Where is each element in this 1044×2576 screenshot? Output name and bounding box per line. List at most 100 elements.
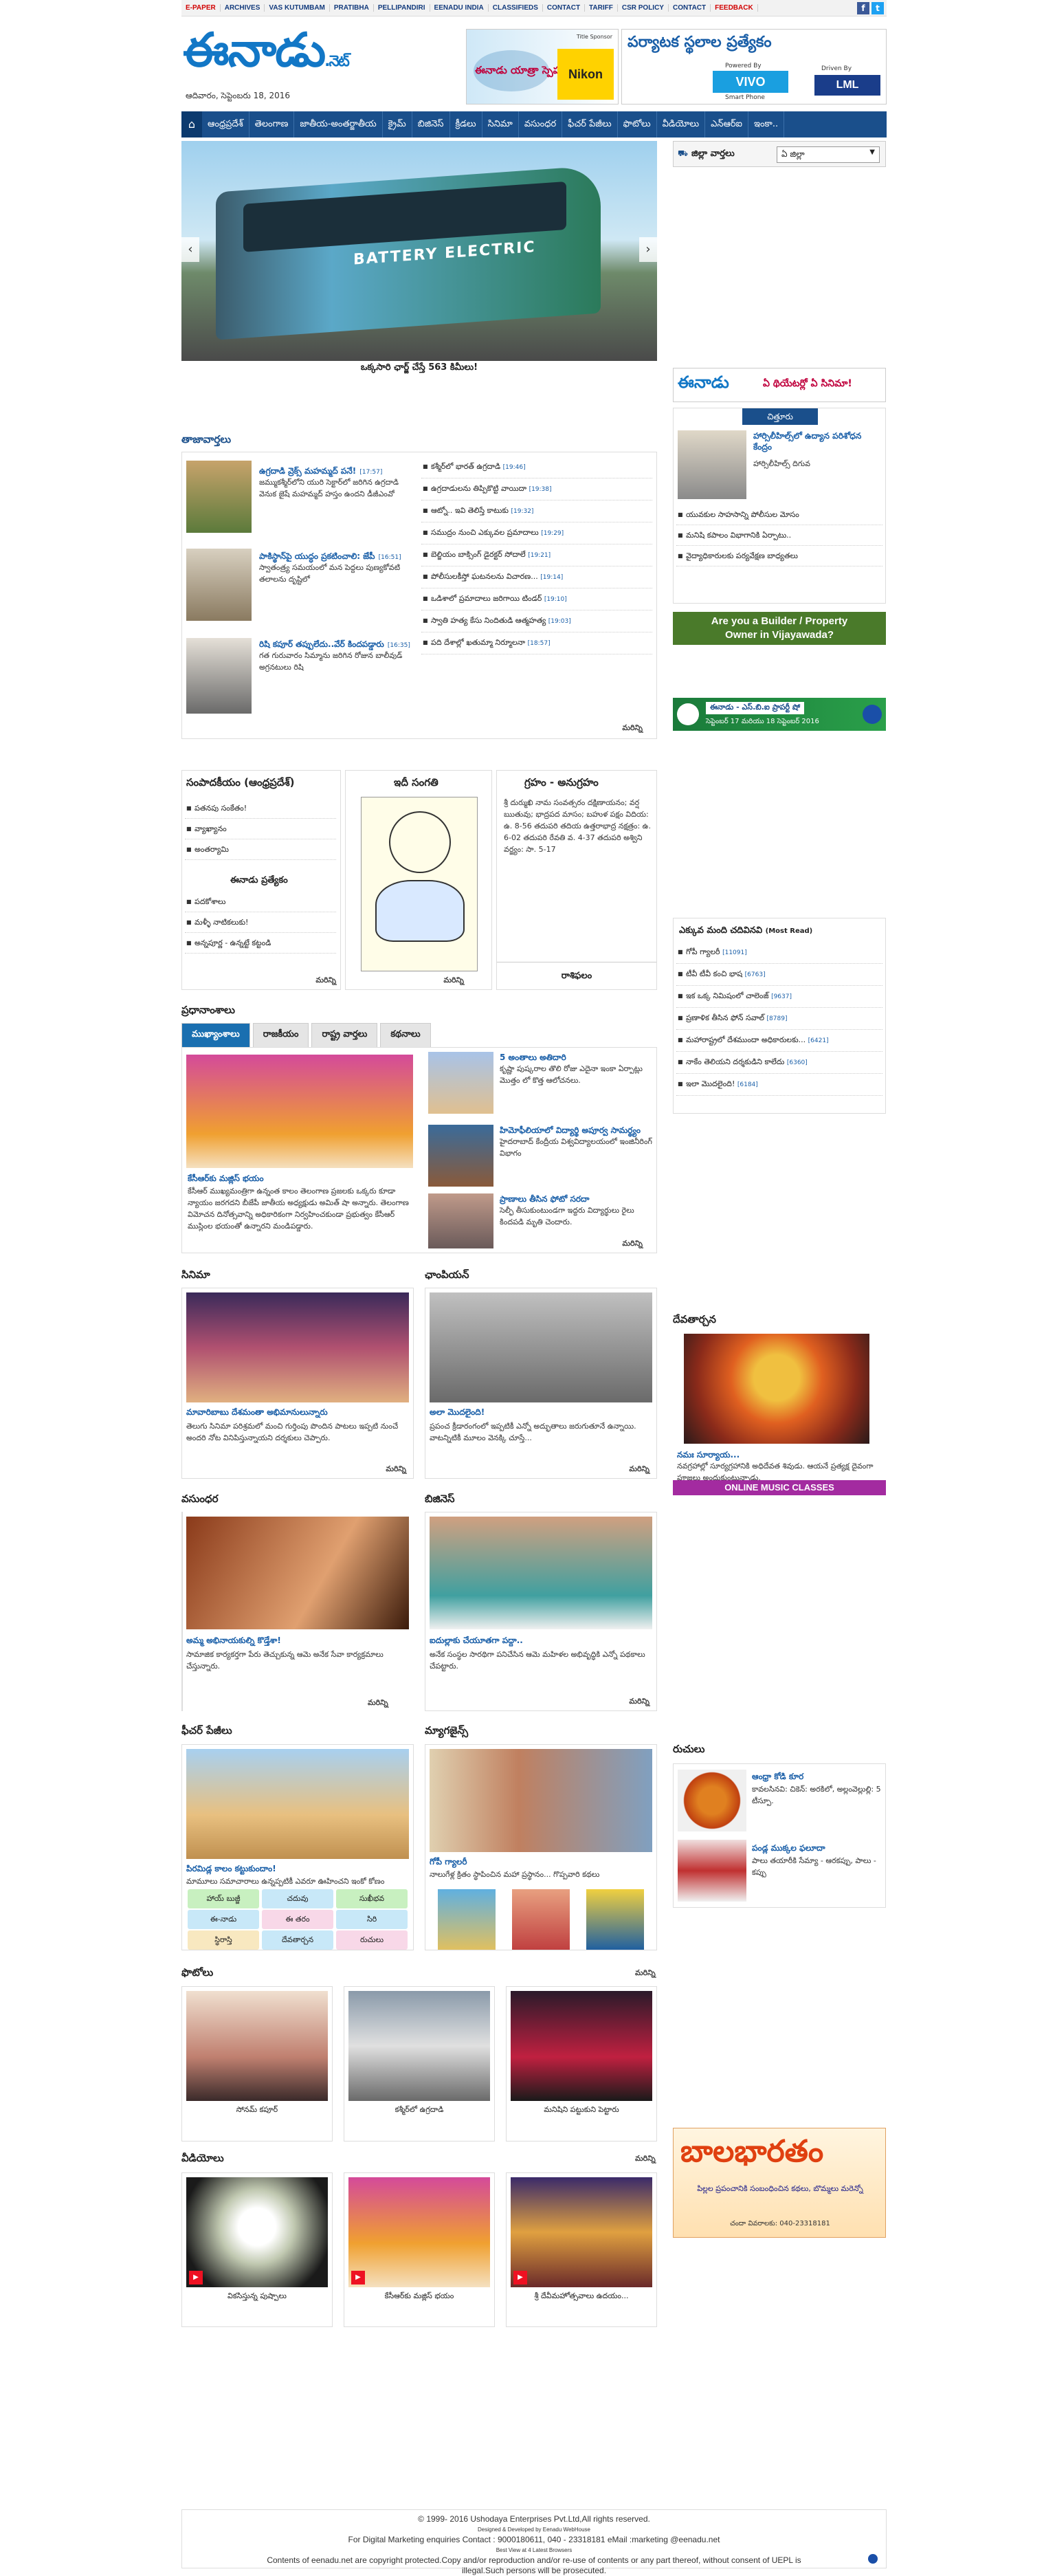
vasundhara-more-link[interactable]: మరిన్ని	[368, 1698, 388, 1709]
champion-title[interactable]: ఛాంపియన్	[425, 1268, 469, 1284]
cartoon-title[interactable]: ఇదీ సంగతి	[394, 776, 438, 791]
nav-item-national[interactable]: జాతీయ-అంతర్జాతీయ	[294, 111, 383, 137]
news-slider[interactable]: BATTERY ELECTRIC ‹ ›	[181, 141, 657, 361]
cartoon-image[interactable]	[361, 797, 478, 971]
feature-chip-chaduvu[interactable]: చదువు	[262, 1889, 333, 1908]
photos-more-link[interactable]: మరిన్ని	[635, 1968, 656, 1979]
business-headline[interactable]: ఐదుల్లాకు చేయూతగా పద్దా..	[430, 1635, 652, 1646]
devatarchana-title[interactable]: దేవతార్చన	[673, 1313, 716, 1328]
photo-card-2[interactable]: కశ్మీర్‌లో ఉగ్రదాడి	[344, 1986, 495, 2142]
ruchulu-thumb-2[interactable]	[678, 1840, 746, 1902]
magazine-image[interactable]	[430, 1749, 652, 1852]
list-item[interactable]: పతనపు సంకేతం!	[185, 798, 336, 819]
builder-ad[interactable]: Are you a Builder / Property Owner in Vi…	[673, 612, 886, 645]
list-item[interactable]: వ్యాఖ్యానం	[185, 819, 336, 839]
tab-rajakiyam[interactable]: రాజకీయం	[252, 1023, 309, 1047]
vasundhara-headline[interactable]: అమ్మ అభినాయకుల్ని కొడ్తేశా!	[186, 1635, 409, 1646]
cinema-title[interactable]: సినిమా	[181, 1268, 210, 1284]
cinema-headline[interactable]: మావారిబాబు దేశమంతా అభిమానులున్నారు	[186, 1407, 409, 1418]
nav-item-business[interactable]: బిజినెస్	[412, 111, 450, 137]
list-item[interactable]: టీవీ టీవీ కంచి భాష [6763]	[676, 964, 882, 986]
pradhana-thumb-3[interactable]	[428, 1193, 493, 1248]
rasiphalam-link[interactable]: రాశిఫలం	[497, 962, 656, 989]
feature-chip-ruchulu[interactable]: రుచులు	[336, 1930, 408, 1950]
tab-mukhyamshalu[interactable]: ముఖ్యాంశాలు	[181, 1023, 250, 1047]
home-icon[interactable]: ⌂	[181, 111, 202, 137]
topbar-link-feedback[interactable]: FEEDBACK	[711, 4, 758, 12]
eenadu-cinema-ad[interactable]: ఈనాడు ఏ థియేటర్లో ఏ సినిమా!	[673, 368, 886, 402]
ruchulu-title[interactable]: రుచులు	[673, 1743, 705, 1758]
pradhana-thumb-1[interactable]	[428, 1052, 493, 1114]
list-item[interactable]: గోపీ గ్యాలరీ [11091]	[676, 942, 882, 964]
editorial-subtitle[interactable]: ఈనాడు ప్రత్యేకం	[230, 875, 288, 888]
champion-image[interactable]	[430, 1292, 652, 1402]
header-ad-paryataka[interactable]: పర్యాటక స్థలాల ప్రత్యేకం Powered By VIVO…	[621, 29, 887, 104]
videos-more-link[interactable]: మరిన్ని	[635, 2154, 656, 2165]
feature-chip-e-taram[interactable]: ఈ తరం	[262, 1910, 333, 1929]
tab-kathanalu[interactable]: కథనాలు	[380, 1023, 431, 1047]
video-card-3[interactable]: ▶ శ్రీ దేవీమహోత్సవాలు ఉదయం...	[506, 2172, 657, 2327]
nav-item-vasundhara[interactable]: వసుంధర	[519, 111, 563, 137]
latest-headline-1[interactable]: ఉగ్రదాడి వ్రెక్స్ మహమ్మద్ పనే!	[259, 466, 356, 476]
champion-headline[interactable]: అలా మొదలైంది!	[430, 1407, 652, 1418]
nav-item-nri[interactable]: ఎన్ఆర్ఐ	[705, 111, 748, 137]
list-item[interactable]: ఇలా మొదలైంది! [6184]	[676, 1074, 882, 1096]
latest-more-link[interactable]: మరిన్ని	[622, 723, 643, 734]
list-item[interactable]: మహారాష్ట్రలో దేశముందా అధికారులకు... [642…	[676, 1030, 882, 1052]
nav-item-more[interactable]: ఇంకా..	[748, 111, 785, 137]
header-ad-yatra[interactable]: ఈనాడు యాత్రా స్పెషల్ Title Sponsor Nikon	[466, 29, 619, 104]
list-item[interactable]: ఇక ఒక్క నిమిషంలో చాలెంజ్ [9637]	[676, 986, 882, 1008]
graham-title[interactable]: గ్రహం - అనుగ్రహం	[524, 776, 599, 791]
list-item[interactable]: నాకేం తెలియని దర్శకుడిని కాలేదు [6360]	[676, 1052, 882, 1074]
pradhana-lead-image[interactable]	[186, 1055, 413, 1168]
vasundhara-title[interactable]: వసుంధర	[181, 1493, 218, 1508]
nav-item-sports[interactable]: క్రీడలు	[450, 111, 482, 137]
list-item[interactable]: బెల్జియం బాక్సింగ్ డైరక్టర్ సోదాలే [19:2…	[421, 544, 652, 566]
editorial-more-link[interactable]: మరిన్ని	[315, 976, 336, 987]
photos-title[interactable]: ఫొటోలు	[181, 1966, 213, 1981]
list-item[interactable]: అంతర్యామి	[185, 839, 336, 860]
champion-more-link[interactable]: మరిన్ని	[629, 1464, 649, 1475]
list-item[interactable]: ఒడిశాలో ప్రమాదాలు జరిగాయి టిండర్ [19:10]	[421, 588, 652, 610]
feature-chip-sukhibhava[interactable]: సుఖీభవ	[336, 1889, 408, 1908]
magazine-title[interactable]: మ్యాగజైన్స్	[425, 1724, 468, 1739]
video-card-1[interactable]: ▶ వికసిస్తున్న పుష్పాలు	[181, 2172, 333, 2327]
slider-prev-icon[interactable]: ‹	[181, 237, 199, 262]
feature-chip-siri[interactable]: సిరి	[336, 1910, 408, 1929]
chittoor-headline[interactable]: హార్సిలీహిల్స్‌లో ఉద్యాన పరిశోధన కేంద్రం	[753, 430, 881, 452]
ruchulu-thumb-1[interactable]	[678, 1770, 746, 1831]
topbar-link-epaper[interactable]: E-PAPER	[181, 4, 221, 12]
topbar-link-contact-2[interactable]: CONTACT	[669, 4, 711, 12]
play-icon[interactable]: ▶	[189, 2271, 203, 2285]
tab-rashtra[interactable]: రాష్ట్ర వార్తలు	[311, 1023, 378, 1047]
topbar-link-tariff[interactable]: TARIFF	[585, 4, 618, 12]
nav-item-crime[interactable]: క్రైమ్	[383, 111, 412, 137]
devatarchana-headline[interactable]: నమః సూర్యాయ...	[677, 1449, 883, 1460]
topbar-link-pellipandiri[interactable]: PELLIPANDIRI	[374, 4, 430, 12]
magazine-headline[interactable]: గోపీ గ్యాలరీ	[430, 1856, 652, 1867]
photo-card-3[interactable]: మనిషిని పట్టుకుని పెట్టారు	[506, 1986, 657, 2142]
facebook-icon[interactable]: f	[857, 2, 869, 14]
pradhana-title[interactable]: ప్రధానాంశాలు	[181, 1004, 235, 1019]
feature-chip-e-naadu[interactable]: ఈ-నాడు	[188, 1910, 259, 1929]
site-logo[interactable]: ఈనాడు.నెట్	[183, 23, 350, 89]
topbar-link-contact[interactable]: CONTACT	[543, 4, 586, 12]
videos-title[interactable]: వీడియోలు	[181, 2152, 224, 2167]
twitter-icon[interactable]: t	[871, 2, 884, 14]
most-read-title[interactable]: ఎక్కువ మంది చదివినవి (Most Read)	[679, 925, 812, 938]
magazine-cover-1[interactable]	[438, 1889, 496, 1950]
cartoon-more-link[interactable]: మరిన్ని	[443, 976, 464, 987]
district-select[interactable]: ఏ జిల్లా ▼	[777, 146, 880, 163]
list-item[interactable]: ఆట్నో.. ఇవి తెలిస్తే కాటుకు [19:32]	[421, 500, 652, 522]
editorial-title[interactable]: సంపాదకీయం (ఆంధ్రప్రదేశ్)	[186, 776, 295, 791]
pradhana-item-headline[interactable]: ప్రాణాలు తీసిన ఫోటో సరదా	[500, 1193, 652, 1204]
ruchulu-headline-1[interactable]: ఆంధ్రా కోడి కూర	[752, 1771, 882, 1782]
nav-item-cinema[interactable]: సినిమా	[482, 111, 519, 137]
list-item[interactable]: మనిషి కపాలం విభాగానికి ఏర్పాటు..	[676, 525, 882, 546]
pradhana-item-headline[interactable]: 5 అంతాలు అతిదారి	[500, 1052, 652, 1063]
latest-headline-2[interactable]: పాకిస్థాన్‌పై యుద్ధం ప్రకటించాలి: జేపీ	[259, 551, 375, 561]
chittoor-title[interactable]: చిత్తూరు	[742, 408, 818, 425]
vasundhara-image[interactable]	[186, 1517, 409, 1629]
chittoor-image[interactable]	[678, 430, 746, 499]
magazine-cover-3[interactable]	[586, 1889, 644, 1950]
